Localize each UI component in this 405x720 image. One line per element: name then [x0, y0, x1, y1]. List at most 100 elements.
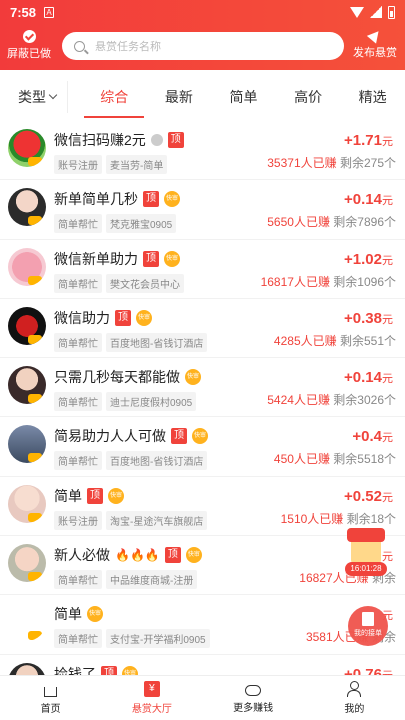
tab-comprehensive[interactable]: 综合 [84, 83, 145, 118]
done-count: 450人已赚 [273, 452, 330, 467]
gamepad-icon [245, 685, 262, 696]
task-tag: 账号注册 [54, 155, 102, 174]
task-stats: 16817人已赚 剩余1096个 [261, 273, 396, 290]
avatar [8, 247, 46, 286]
avatar [8, 425, 46, 464]
task-title: 新单简单几秒 [54, 191, 138, 208]
task-stats: 5650人已赚 剩余7896个 [267, 213, 396, 230]
nav-reward-hall[interactable]: ¥ 悬赏大厅 [101, 676, 202, 720]
remaining-count: 剩余1096个 [333, 274, 396, 289]
cellular-icon [370, 6, 382, 18]
task-reward: +1.71元 [344, 132, 393, 149]
task-tag: 简单帮忙 [54, 629, 102, 649]
task-row[interactable]: 微信助力顶快审 简单帮忙 百度地图-省钱订酒店 +0.38元 4285人已赚 剩余551… [0, 299, 405, 359]
task-stats: 5424人已赚 剩余3026个 [267, 391, 396, 408]
publish-reward-button[interactable]: 发布悬赏 [350, 27, 400, 64]
send-icon [366, 27, 384, 44]
task-title-row: 简单顶快审 [54, 486, 124, 506]
task-tag: 麦当劳-简单 [106, 155, 168, 174]
task-title: 简单 [54, 487, 82, 504]
search-input[interactable]: 悬赏任务名称 [62, 32, 344, 60]
task-tag: 淘宝-星途汽车旗舰店 [106, 510, 208, 530]
task-row[interactable]: 微信扫码赚2元 顶账号注册 麦当劳-简单 +1.71元 35371人已赚 剩余275个 [0, 121, 405, 181]
my-orders-button[interactable]: 我的接单 [348, 606, 388, 646]
vip-icon [28, 275, 42, 285]
task-reward: +0.14元 [344, 191, 393, 208]
reward-amount: +0.14 [344, 369, 382, 387]
task-tags: 简单帮忙 迪士尼度假村0905 [54, 392, 197, 412]
task-reward: +1.02元 [344, 251, 393, 268]
fast-review-badge: 快审 [185, 369, 201, 386]
reward-amount: +0.38 [344, 309, 382, 327]
vip-icon [28, 631, 42, 641]
task-title-row: 只需几秒每天都能做 快审 [54, 367, 201, 387]
nav-more-earn[interactable]: 更多赚钱 [203, 676, 304, 720]
nav-home-label: 首页 [40, 704, 61, 715]
task-row[interactable]: 新单简单几秒顶快审 简单帮忙 梵克雅宝0905 +0.14元 5650人已赚 剩余789… [0, 180, 405, 240]
task-stats: 35371人已赚 剩余275个 [267, 154, 396, 171]
remaining-count: 剩余18个 [346, 511, 396, 526]
top-badge: 顶 [171, 428, 187, 445]
verified-icon [150, 134, 163, 146]
task-row[interactable]: 简单快审简单帮忙支付宝-开学福利0905元3581人已赚 剩余 [0, 595, 405, 655]
nav-home[interactable]: 首页 [0, 676, 101, 720]
vip-icon [28, 453, 42, 463]
tab-high-price[interactable]: 高价 [292, 83, 324, 111]
remaining-count: 剩余3026个 [333, 393, 396, 408]
fast-review-badge: 快审 [136, 309, 152, 326]
task-tags: 简单帮忙 百度地图-省钱订酒店 [54, 332, 208, 352]
task-row[interactable]: 简易助力人人可做顶快审 简单帮忙 百度地图-省钱订酒店 +0.4元 450人已赚 剩余5… [0, 417, 405, 477]
reward-amount: +0.4 [352, 428, 382, 446]
reward-unit: 元 [382, 373, 393, 386]
tab-latest[interactable]: 最新 [163, 83, 195, 111]
task-reward: +0.14元 [344, 369, 393, 386]
reward-amount: +1.02 [344, 250, 382, 268]
type-dropdown[interactable]: 类型 [0, 81, 68, 113]
task-tag: 简单帮忙 [54, 332, 102, 352]
task-tag: 百度地图-省钱订酒店 [106, 451, 208, 471]
reward-unit: 元 [382, 491, 393, 504]
task-tags: 简单帮忙 支付宝-开学福利0905 [54, 629, 210, 649]
fast-review-badge: 快审 [185, 547, 202, 564]
red-packet-float[interactable]: 16:01:28 [345, 528, 387, 578]
avatar [8, 484, 46, 523]
notification-icon: A [44, 6, 55, 18]
vip-icon [28, 572, 42, 582]
reward-unit: 元 [382, 432, 393, 445]
nav-me[interactable]: 我的 [304, 676, 405, 720]
yen-icon: ¥ [143, 681, 160, 697]
task-tag: 简单帮忙 [54, 273, 102, 293]
avatar [8, 603, 46, 642]
fire-icon: 🔥🔥🔥 [115, 548, 160, 563]
reward-amount: +1.71 [344, 132, 382, 149]
task-row[interactable]: 微信新单助力顶快审 简单帮忙 樊文花会员中心 +1.02元 16817人已赚 剩余109… [0, 240, 405, 299]
top-badge: 顶 [143, 191, 159, 208]
task-tags: 简单帮忙 樊文花会员中心 [54, 273, 184, 293]
vip-icon [28, 216, 42, 226]
vip-icon [28, 394, 42, 404]
avatar [8, 188, 46, 227]
top-badge: 顶 [115, 309, 131, 326]
nav-more-earn-label: 更多赚钱 [233, 703, 274, 714]
task-reward: +0.52元 [344, 488, 393, 505]
packet-timer: 16:01:28 [345, 562, 387, 576]
task-tags: 简单帮忙 百度地图-省钱订酒店 [54, 451, 208, 471]
red-packet-icon [347, 528, 385, 564]
task-row[interactable]: 只需几秒每天都能做 快审 简单帮忙 迪士尼度假村0905 +0.14元 5424人已赚 剩… [0, 358, 405, 418]
task-tags: 简单帮忙 梵克雅宝0905 [54, 214, 177, 234]
task-title-row: 微信新单助力顶快审 [54, 249, 180, 269]
nav-reward-hall-label: 悬赏大厅 [131, 704, 172, 715]
user-icon [346, 681, 362, 697]
task-tag: 迪士尼度假村0905 [106, 392, 197, 412]
tab-simple[interactable]: 简单 [227, 83, 259, 111]
search-icon [74, 40, 85, 52]
task-tag: 樊文花会员中心 [106, 273, 184, 293]
done-count: 4285人已赚 [273, 333, 337, 348]
task-row[interactable]: 简单顶快审 账号注册 淘宝-星途汽车旗舰店 +0.52元 1510人已赚 剩余18个 [0, 477, 405, 537]
status-time: 7:58 [10, 4, 37, 20]
hide-done-button[interactable]: 屏蔽已做 [6, 30, 52, 64]
tab-featured[interactable]: 精选 [357, 83, 389, 111]
task-tag: 简单帮忙 [54, 392, 102, 412]
done-count: 5650人已赚 [267, 215, 330, 230]
task-stats: 4285人已赚 剩余551个 [274, 332, 396, 349]
